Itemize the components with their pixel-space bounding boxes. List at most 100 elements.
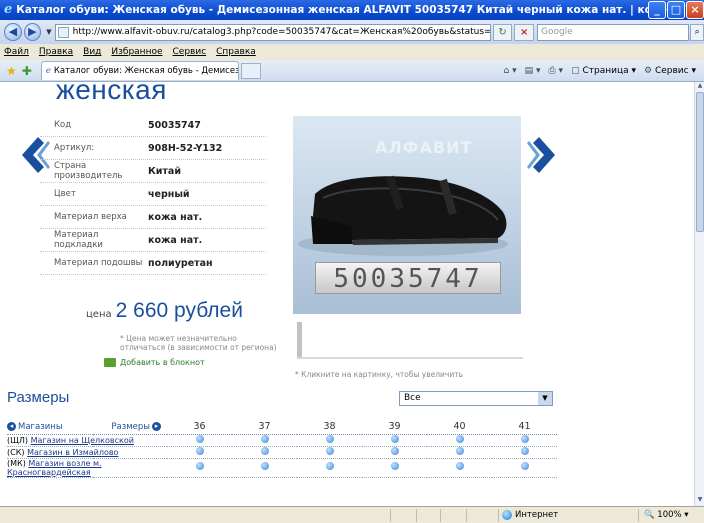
sizes-table: ◂ Магазины Размеры ▸ 36 37 38 39 40 41 (ЩЛ… bbox=[7, 420, 557, 478]
table-row: (СК) Магазин в Измайлово bbox=[7, 446, 557, 459]
print-icon[interactable]: ⎙ ▾ bbox=[549, 66, 564, 76]
thumbnail-strip[interactable] bbox=[297, 322, 302, 359]
price-block: цена 2 660 рублей bbox=[86, 299, 243, 323]
home-icon[interactable]: ⌂ ▾ bbox=[504, 66, 517, 76]
page-menu[interactable]: ▢ Страница ▾ bbox=[571, 66, 636, 76]
arrow-left-icon: ◂ bbox=[7, 422, 16, 432]
address-bar[interactable]: http://www.alfavit-obuv.ru/catalog3.php?… bbox=[54, 23, 491, 41]
spec-value: черный bbox=[148, 188, 190, 200]
vertical-scrollbar[interactable]: ▲ ▼ bbox=[694, 82, 704, 506]
size-header: 39 bbox=[362, 420, 427, 435]
add-favorites-icon[interactable]: ✚ bbox=[22, 64, 32, 78]
size-filter-select[interactable]: Все ▼ bbox=[399, 391, 553, 406]
new-tab-button[interactable] bbox=[240, 62, 261, 79]
spec-key: Материал подошвы bbox=[54, 258, 143, 268]
spec-value: 908H-52-Y132 bbox=[148, 142, 223, 154]
available-icon bbox=[390, 434, 399, 443]
size-header: 36 bbox=[167, 420, 232, 435]
title-bar: e Каталог обуви: Женская обувь - Демисез… bbox=[0, 0, 704, 20]
price-label: цена bbox=[86, 309, 112, 320]
zoom-level[interactable]: 🔍 100% ▾ bbox=[644, 510, 689, 520]
spec-row: Код 50035747 bbox=[40, 114, 266, 137]
maximize-button[interactable]: □ bbox=[667, 1, 685, 19]
window-controls: _ □ × bbox=[648, 1, 704, 19]
product-photo[interactable]: АЛФАВИТ 50035747 bbox=[293, 116, 521, 314]
available-icon bbox=[325, 462, 334, 470]
menu-help[interactable]: Справка bbox=[216, 47, 256, 57]
page-content: женская Код 50035747 Артикул: 908H-52-Y132… bbox=[0, 82, 694, 506]
minimize-button[interactable]: _ bbox=[648, 1, 666, 19]
feeds-icon[interactable]: ▤ ▾ bbox=[525, 66, 541, 76]
add-to-notes-link[interactable]: Добавить в блокнот bbox=[104, 358, 205, 367]
spec-row: Материал подошвы полиуретан bbox=[40, 252, 266, 275]
price-value: 2 660 рублей bbox=[115, 299, 243, 322]
spec-row: Страна производитель Китай bbox=[40, 160, 266, 183]
photo-code-label: 50035747 bbox=[315, 262, 501, 294]
shop-cell: (МК) Магазин возле м. Красногвардейская bbox=[7, 458, 167, 478]
next-product-arrow-icon[interactable] bbox=[527, 137, 555, 173]
shop-link[interactable]: Магазин на Щелковской bbox=[31, 436, 134, 445]
close-button[interactable]: × bbox=[686, 1, 704, 19]
spec-row: Артикул: 908H-52-Y132 bbox=[40, 137, 266, 160]
available-icon bbox=[390, 462, 399, 470]
table-row: (МК) Магазин возле м. Красногвардейская bbox=[7, 458, 557, 478]
spec-value: 50035747 bbox=[148, 119, 201, 131]
shops-column-header[interactable]: ◂ Магазины bbox=[7, 422, 93, 432]
browser-window: e Каталог обуви: Женская обувь - Демисез… bbox=[0, 0, 704, 523]
menu-file[interactable]: Файл bbox=[4, 47, 29, 57]
spec-list: Код 50035747 Артикул: 908H-52-Y132 Страна … bbox=[40, 114, 266, 275]
sizes-header-row: ◂ Магазины Размеры ▸ 36 37 38 39 40 41 bbox=[7, 420, 557, 435]
available-icon bbox=[325, 446, 334, 455]
status-bar: Интернет 🔍 100% ▾ bbox=[0, 506, 704, 523]
spec-row: Материал подкладки кожа нат. bbox=[40, 229, 266, 252]
available-icon bbox=[520, 446, 529, 455]
menu-edit[interactable]: Правка bbox=[39, 47, 73, 57]
page-icon bbox=[57, 26, 69, 38]
ie-logo-icon: e bbox=[4, 2, 13, 17]
stop-button[interactable]: × bbox=[514, 23, 534, 41]
scroll-down-icon[interactable]: ▼ bbox=[695, 496, 704, 506]
available-icon bbox=[195, 446, 204, 455]
size-header: 38 bbox=[297, 420, 362, 435]
available-icon bbox=[455, 446, 464, 455]
service-menu[interactable]: ⚙ Сервис ▾ bbox=[644, 66, 696, 76]
menu-tools[interactable]: Сервис bbox=[173, 47, 207, 57]
click-to-enlarge-note: * Кликните на картинку, чтобы увеличить bbox=[295, 370, 464, 379]
available-icon bbox=[325, 434, 334, 443]
available-icon bbox=[260, 446, 269, 455]
size-filter-value: Все bbox=[404, 393, 421, 403]
arrow-right-icon: ▸ bbox=[152, 422, 161, 432]
favorites-star-icon[interactable]: ★ bbox=[6, 64, 17, 78]
scroll-up-icon[interactable]: ▲ bbox=[695, 82, 704, 92]
menu-favorites[interactable]: Избранное bbox=[111, 47, 162, 57]
tab-title: Каталог обуви: Женская обувь - Демисезон… bbox=[53, 66, 238, 76]
notebook-icon bbox=[104, 358, 116, 367]
add-to-notes-label: Добавить в блокнот bbox=[120, 358, 205, 367]
search-input[interactable]: Google bbox=[536, 23, 690, 41]
spec-row: Цвет черный bbox=[40, 183, 266, 206]
scrollbar-thumb[interactable] bbox=[696, 92, 704, 232]
chevron-down-icon[interactable]: ▼ bbox=[538, 392, 552, 405]
thumbnail-baseline bbox=[297, 357, 523, 359]
available-icon bbox=[390, 446, 399, 455]
menu-view[interactable]: Вид bbox=[83, 47, 101, 57]
back-button[interactable]: ◀ bbox=[4, 23, 22, 41]
tab-active[interactable]: e Каталог обуви: Женская обувь - Демисез… bbox=[40, 61, 239, 80]
history-dropdown-icon[interactable]: ▼ bbox=[46, 28, 51, 36]
menu-bar: Файл Правка Вид Избранное Сервис Справка bbox=[0, 44, 704, 60]
refresh-button[interactable]: ↻ bbox=[492, 23, 513, 41]
tab-bar: ★ ✚ e Каталог обуви: Женская обувь - Дем… bbox=[0, 60, 704, 82]
tab-favicon-icon: e bbox=[45, 66, 51, 76]
spec-key: Цвет bbox=[54, 189, 76, 199]
available-icon bbox=[195, 462, 204, 470]
sizes-column-header[interactable]: Размеры ▸ bbox=[93, 422, 167, 432]
available-icon bbox=[520, 434, 529, 443]
size-header: 37 bbox=[232, 420, 297, 435]
search-icon[interactable]: ⌕ bbox=[690, 23, 704, 41]
available-icon bbox=[260, 434, 269, 443]
globe-icon bbox=[502, 510, 512, 520]
forward-button[interactable]: ▶ bbox=[23, 23, 42, 41]
shop-link[interactable]: Магазин в Измайлово bbox=[27, 448, 118, 457]
address-input[interactable]: http://www.alfavit-obuv.ru/catalog3.php?… bbox=[73, 27, 490, 37]
command-bar: ⌂ ▾ ▤ ▾ ⎙ ▾ ▢ Страница ▾ ⚙ Сервис ▾ bbox=[504, 66, 704, 76]
